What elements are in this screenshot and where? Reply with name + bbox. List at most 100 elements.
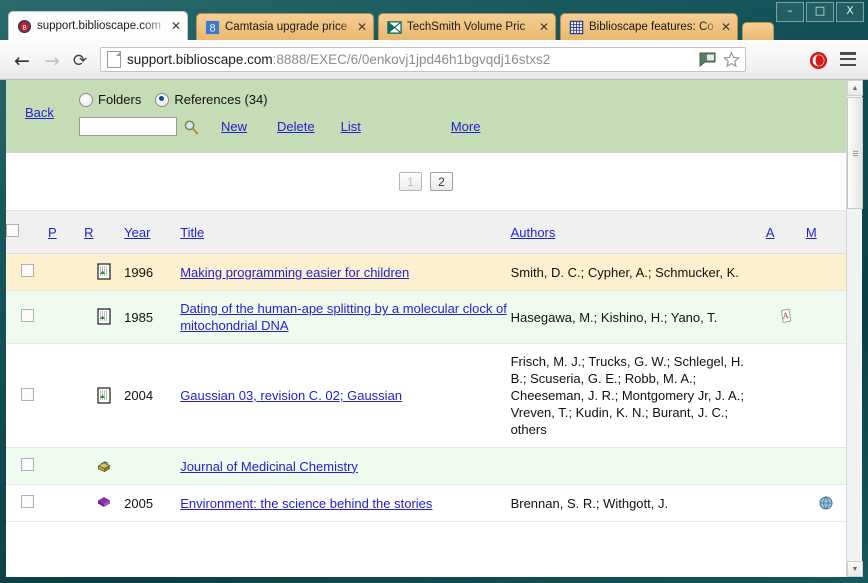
page-button-2[interactable]: 2 [430, 172, 453, 191]
scrollbar-thumb[interactable] [847, 97, 863, 209]
globe-icon[interactable] [818, 494, 834, 512]
journal-article-icon [97, 263, 111, 280]
browser-tab-4[interactable]: Biblioscape features: Co ✕ [560, 13, 738, 40]
header-authors-link[interactable]: Authors [511, 225, 556, 240]
row-attachment-cell: A [765, 290, 806, 344]
address-bar[interactable]: support.biblioscape.com:8888/EXEC/6/0enk… [100, 47, 746, 72]
header-m: M [805, 211, 846, 254]
row-authors: Hasegawa, M.; Kishino, H.; Yano, T. [510, 290, 766, 344]
more-link[interactable]: More [451, 119, 481, 134]
close-window-button[interactable]: X [836, 2, 864, 22]
new-link[interactable]: New [221, 119, 247, 134]
row-title-link[interactable]: Dating of the human-ape splitting by a m… [180, 301, 507, 333]
row-title-link[interactable]: Environment: the science behind the stor… [180, 496, 432, 511]
search-row: New Delete List More [79, 117, 839, 136]
folders-label: Folders [98, 92, 142, 107]
list-link[interactable]: List [341, 119, 361, 134]
row-title-link[interactable]: Journal of Medicinal Chemistry [180, 459, 358, 474]
url-path: :8888/EXEC/6/0enkovj1jpd46h1bgvqdj16stxs… [272, 52, 551, 67]
row-title-cell: Environment: the science behind the stor… [180, 484, 511, 522]
new-tab-button[interactable] [742, 22, 774, 40]
header-year-link[interactable]: Year [124, 225, 150, 240]
tab-close-icon[interactable]: ✕ [719, 20, 733, 34]
header-a-link[interactable]: A [766, 225, 775, 240]
maximize-button[interactable]: □ [806, 2, 834, 22]
row-type-cell [84, 253, 125, 291]
row-year [124, 447, 181, 485]
table-row[interactable]: 2004 Gaussian 03, revision C. 02; Gaussi… [6, 343, 846, 448]
row-p-cell [48, 343, 85, 448]
select-all-checkbox[interactable] [6, 224, 19, 237]
scroll-down-arrow-icon[interactable]: ▼ [847, 561, 863, 577]
delete-link[interactable]: Delete [277, 119, 315, 134]
row-title-cell: Making programming easier for children [180, 253, 511, 291]
row-title-link[interactable]: Making programming easier for children [180, 265, 409, 280]
back-arrow-icon[interactable]: ← [10, 49, 34, 73]
header-a: A [765, 211, 806, 254]
translate-flag-icon[interactable] [699, 52, 716, 67]
browser-toolbar: ← → ⟳ support.biblioscape.com:8888/EXEC/… [0, 40, 868, 80]
header-m-link[interactable]: M [806, 225, 817, 240]
header-r-link[interactable]: R [84, 225, 93, 240]
browser-tab-1[interactable]: B support.biblioscape.com ✕ [8, 11, 188, 40]
pdf-icon[interactable]: A [778, 308, 794, 326]
browser-tab-3[interactable]: TechSmith Volume Pric ✕ [378, 13, 556, 40]
minimize-button[interactable]: – [776, 2, 804, 22]
row-checkbox[interactable] [20, 387, 34, 401]
star-icon[interactable] [723, 51, 740, 68]
journal-stack-icon [97, 461, 111, 473]
tab-close-icon[interactable]: ✕ [537, 20, 551, 34]
table-row[interactable]: Journal of Medicinal Chemistry [6, 447, 846, 485]
reference-toolbar: Back Folders References (34) New Delete [6, 80, 846, 153]
row-select-cell [6, 343, 49, 448]
row-checkbox[interactable] [20, 264, 34, 277]
browser-tab-2[interactable]: 8 Camtasia upgrade price ✕ [196, 13, 374, 40]
back-link[interactable]: Back [25, 105, 54, 120]
header-title-link[interactable]: Title [180, 225, 204, 240]
row-authors-text: Smith, D. C.; Cypher, A.; Schmucker, K. [510, 264, 739, 280]
tab-close-icon[interactable]: ✕ [355, 20, 369, 34]
page-scrollbar[interactable]: ▲ ▼ [846, 80, 863, 577]
row-media-cell [805, 484, 846, 522]
omnibox-actions [699, 51, 740, 68]
row-select-cell [6, 290, 49, 344]
row-checkbox[interactable] [20, 309, 34, 322]
table-row[interactable]: 2005 Environment: the science behind the… [6, 484, 846, 522]
header-title: Title [180, 211, 511, 254]
references-radio[interactable] [155, 92, 170, 107]
row-select-cell [6, 253, 49, 291]
folders-radio[interactable] [79, 92, 93, 107]
row-checkbox[interactable] [20, 458, 34, 471]
magnifier-icon[interactable] [183, 119, 199, 135]
row-title-cell: Dating of the human-ape splitting by a m… [180, 290, 511, 344]
tab-title: Camtasia upgrade price [225, 21, 348, 33]
table-row[interactable]: 1996 Making programming easier for child… [6, 253, 846, 291]
row-authors-text: Hasegawa, M.; Kishino, H.; Yano, T. [510, 309, 718, 325]
scope-radio-group: Folders References (34) [79, 92, 282, 107]
reload-icon[interactable]: ⟳ [68, 49, 92, 73]
header-p-link[interactable]: P [48, 225, 57, 240]
forward-arrow-icon[interactable]: → [40, 49, 64, 73]
table-row[interactable]: 1985 Dating of the human-ape splitting b… [6, 290, 846, 344]
google-g-icon: 8 [205, 20, 220, 34]
search-input[interactable] [79, 117, 177, 136]
row-checkbox[interactable] [20, 495, 34, 508]
row-attachment-cell [765, 484, 806, 522]
row-type-cell [84, 343, 125, 448]
hamburger-menu-icon[interactable] [840, 52, 856, 66]
row-title-cell: Gaussian 03, revision C. 02; Gaussian [180, 343, 511, 448]
tab-close-icon[interactable]: ✕ [169, 19, 183, 33]
opera-adblock-icon[interactable] [809, 51, 828, 70]
grid-window-icon [569, 20, 584, 34]
svg-text:B: B [22, 23, 27, 31]
scroll-up-arrow-icon[interactable]: ▲ [847, 80, 863, 96]
pagination: 1 2 [6, 153, 846, 211]
journal-article-icon [97, 386, 111, 404]
table-header-row: P R Year Title Authors A M [6, 211, 846, 254]
tab-strip: B support.biblioscape.com ✕ 8 Camtasia u… [0, 0, 868, 40]
page-button-1[interactable]: 1 [399, 172, 422, 191]
page-viewport: Back Folders References (34) New Delete [6, 80, 862, 577]
references-label: References (34) [174, 92, 268, 107]
row-attachment-cell [765, 447, 806, 485]
row-title-link[interactable]: Gaussian 03, revision C. 02; Gaussian [180, 388, 402, 403]
